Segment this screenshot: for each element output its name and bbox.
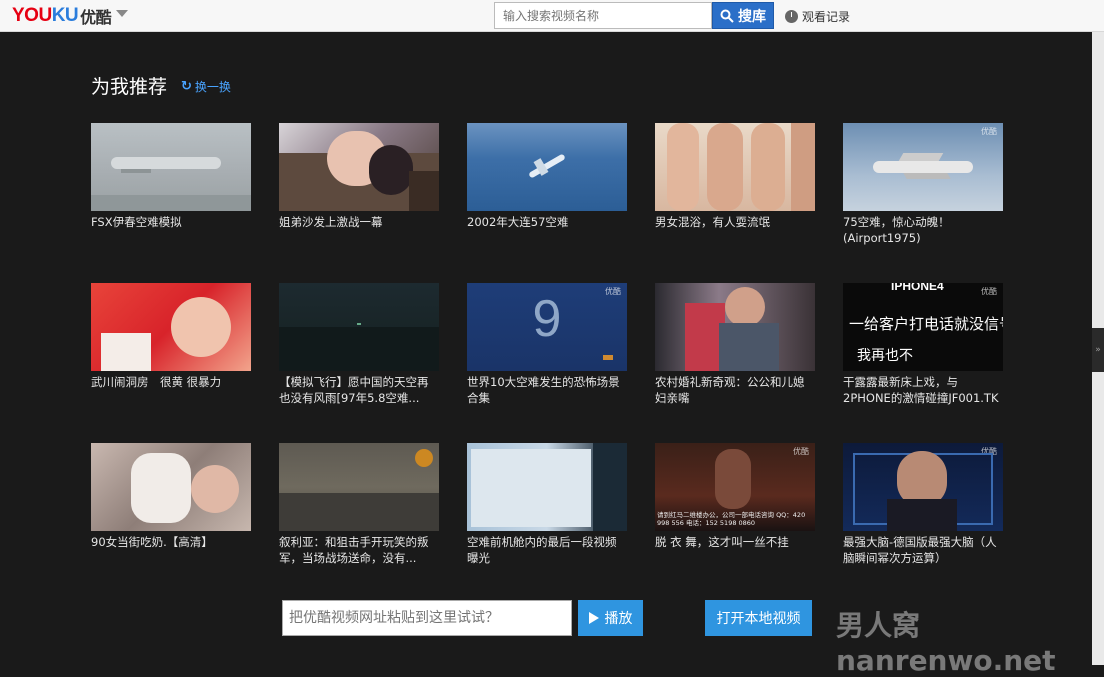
video-watermark: 优酷 bbox=[981, 127, 997, 136]
search-input[interactable] bbox=[494, 2, 712, 29]
video-watermark: 优酷 bbox=[981, 287, 997, 296]
video-title[interactable]: 75空难，惊心动魄！(Airport1975) bbox=[843, 214, 1003, 246]
video-title[interactable]: 2002年大连57空难 bbox=[467, 214, 627, 230]
video-thumbnail[interactable]: 优酷 9 bbox=[467, 283, 627, 371]
chevron-down-icon[interactable] bbox=[116, 10, 128, 17]
logo-text-you: YOU bbox=[12, 5, 52, 26]
video-title[interactable]: 男女混浴，有人耍流氓 bbox=[655, 214, 815, 230]
recommend-title: 为我推荐 bbox=[91, 76, 168, 98]
video-thumbnail[interactable] bbox=[91, 123, 251, 211]
video-item[interactable]: 优酷 最强大脑-德国版最强大脑（人脑瞬间幂次方运算） bbox=[843, 443, 1003, 566]
video-title[interactable]: 农村婚礼新奇观：公公和儿媳妇亲嘴 bbox=[655, 374, 815, 406]
search-button[interactable]: 搜库 bbox=[712, 2, 774, 29]
logo-text-cn: 优酷 bbox=[80, 8, 112, 27]
refresh-link[interactable]: ↻ 换一换 bbox=[181, 78, 231, 95]
video-item[interactable]: 优酷 IPHONE4 一给客户打电话就没信号 我再也不 干露露最新床上戏，与2P… bbox=[843, 283, 1003, 406]
top-bar: YOUKU优酷 搜库 观看记录 bbox=[0, 0, 1104, 32]
video-item[interactable]: 90女当街吃奶.【高清】 bbox=[91, 443, 251, 550]
video-title[interactable]: 90女当街吃奶.【高清】 bbox=[91, 534, 251, 550]
video-thumbnail[interactable]: 优酷 bbox=[843, 123, 1003, 211]
video-item[interactable]: FSX伊春空难模拟 bbox=[91, 123, 251, 230]
refresh-label: 换一换 bbox=[194, 80, 231, 94]
watch-history-link[interactable]: 观看记录 bbox=[785, 8, 850, 25]
video-item[interactable]: 优酷 9 世界10大空难发生的恐怖场景合集 bbox=[467, 283, 627, 406]
play-button[interactable]: 播放 bbox=[578, 600, 643, 636]
video-watermark: 优酷 bbox=[793, 447, 809, 456]
play-icon bbox=[588, 612, 599, 624]
video-title[interactable]: 最强大脑-德国版最强大脑（人脑瞬间幂次方运算） bbox=[843, 534, 1003, 566]
watch-history-label: 观看记录 bbox=[802, 10, 851, 24]
thumbnail-text-line2: 一给客户打电话就没信号 bbox=[849, 315, 1003, 333]
thumbnail-text-line1: IPHONE4 bbox=[891, 283, 944, 293]
video-item[interactable]: 【模拟飞行】愿中国的天空再也没有风雨[97年5.8空难... bbox=[279, 283, 439, 406]
video-thumbnail[interactable] bbox=[91, 283, 251, 371]
right-rail: » bbox=[1092, 32, 1104, 665]
video-title[interactable]: 姐弟沙发上激战一幕 bbox=[279, 214, 439, 230]
open-local-video-label: 打开本地视频 bbox=[716, 611, 801, 627]
thumbnail-caption: 请到红马二维楼办公，公司一部电话咨询 QQ：420 998 556 电话：152… bbox=[657, 511, 806, 527]
video-title[interactable]: 干露露最新床上戏，与2PHONE的激情碰撞JF001.TK bbox=[843, 374, 1003, 406]
thumbnail-number: 9 bbox=[532, 290, 562, 348]
youku-logo[interactable]: YOU KU 优酷 bbox=[12, 5, 112, 27]
search-button-label: 搜库 bbox=[738, 8, 766, 25]
video-title[interactable]: 武川闹洞房 很黄 很暴力 bbox=[91, 374, 251, 390]
video-title[interactable]: 【模拟飞行】愿中国的天空再也没有风雨[97年5.8空难... bbox=[279, 374, 439, 406]
video-url-input[interactable] bbox=[282, 600, 572, 636]
video-thumbnail[interactable]: 优酷 请到红马二维楼办公，公司一部电话咨询 QQ：420 998 556 电话：… bbox=[655, 443, 815, 531]
video-thumbnail[interactable]: 优酷 IPHONE4 一给客户打电话就没信号 我再也不 bbox=[843, 283, 1003, 371]
video-item[interactable]: 空难前机舱内的最后一段视频曝光 bbox=[467, 443, 627, 566]
search-icon bbox=[720, 9, 734, 23]
video-title[interactable]: 脱 衣 舞，这才叫一丝不挂 bbox=[655, 534, 815, 550]
video-thumbnail[interactable] bbox=[279, 123, 439, 211]
video-item[interactable]: 姐弟沙发上激战一幕 bbox=[279, 123, 439, 230]
video-thumbnail[interactable] bbox=[655, 123, 815, 211]
video-title[interactable]: 叙利亚：和狙击手开玩笑的叛军，当场战场送命，没有... bbox=[279, 534, 439, 566]
video-thumbnail[interactable] bbox=[467, 123, 627, 211]
video-thumbnail[interactable] bbox=[467, 443, 627, 531]
video-title[interactable]: 空难前机舱内的最后一段视频曝光 bbox=[467, 534, 627, 566]
video-item[interactable]: 农村婚礼新奇观：公公和儿媳妇亲嘴 bbox=[655, 283, 815, 406]
video-thumbnail[interactable] bbox=[279, 283, 439, 371]
video-thumbnail[interactable]: 优酷 bbox=[843, 443, 1003, 531]
video-item[interactable]: 男女混浴，有人耍流氓 bbox=[655, 123, 815, 230]
video-title[interactable]: FSX伊春空难模拟 bbox=[91, 214, 251, 230]
video-thumbnail[interactable] bbox=[655, 283, 815, 371]
play-button-label: 播放 bbox=[604, 611, 633, 627]
video-thumbnail[interactable] bbox=[279, 443, 439, 531]
video-item[interactable]: 叙利亚：和狙击手开玩笑的叛军，当场战场送命，没有... bbox=[279, 443, 439, 566]
video-title[interactable]: 世界10大空难发生的恐怖场景合集 bbox=[467, 374, 627, 406]
site-watermark: 男人窝nanrenwo.net bbox=[836, 609, 1056, 677]
video-item[interactable]: 2002年大连57空难 bbox=[467, 123, 627, 230]
video-thumbnail[interactable] bbox=[91, 443, 251, 531]
thumbnail-text-line3: 我再也不 bbox=[857, 348, 913, 364]
open-local-video-button[interactable]: 打开本地视频 bbox=[705, 600, 812, 636]
logo-text-ku: KU bbox=[51, 5, 79, 26]
expand-panel-tab[interactable]: » bbox=[1092, 328, 1104, 372]
refresh-icon: ↻ bbox=[181, 79, 192, 94]
video-item[interactable]: 优酷 75空难，惊心动魄！(Airport1975) bbox=[843, 123, 1003, 246]
video-item[interactable]: 武川闹洞房 很黄 很暴力 bbox=[91, 283, 251, 390]
clock-icon bbox=[785, 10, 798, 23]
video-item[interactable]: 优酷 请到红马二维楼办公，公司一部电话咨询 QQ：420 998 556 电话：… bbox=[655, 443, 815, 550]
